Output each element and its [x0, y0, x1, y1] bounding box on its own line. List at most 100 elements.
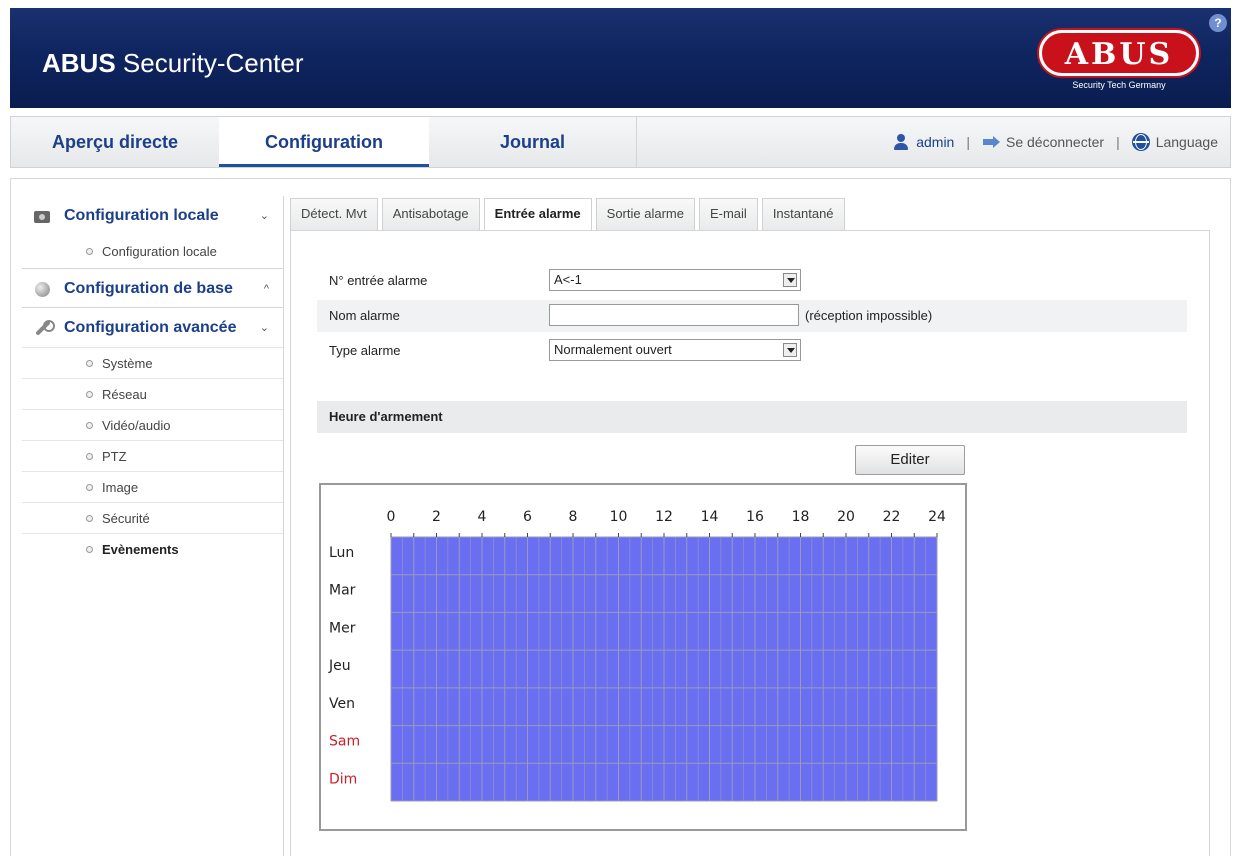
- hour-tick-label: 0: [387, 509, 396, 525]
- sidebar-section-label: Configuration locale: [64, 207, 219, 224]
- hour-tick-label: 16: [746, 509, 764, 525]
- camera-icon: [34, 208, 52, 224]
- day-label: Mar: [329, 583, 356, 599]
- abus-logo: ABUS Security Tech Germany: [1039, 30, 1199, 94]
- arming-schedule-header: Heure d'armement: [317, 401, 1187, 433]
- sidebar-item-video-audio[interactable]: Vidéo/audio: [22, 410, 283, 441]
- alarm-type-row: Type alarme Normalement ouvert: [317, 335, 1187, 367]
- language-link[interactable]: Language: [1156, 134, 1218, 150]
- tab-entree-alarme[interactable]: Entrée alarme: [483, 198, 592, 230]
- tab-configuration[interactable]: Configuration: [219, 117, 429, 167]
- logout-icon: [982, 133, 1000, 151]
- sidebar-item-ptz[interactable]: PTZ: [22, 441, 283, 472]
- bullet-icon: [86, 453, 93, 460]
- sidebar-section-base[interactable]: Configuration de base ^: [22, 268, 283, 308]
- tab-apercu-directe[interactable]: Aperçu directe: [11, 117, 219, 167]
- sphere-icon: [34, 281, 52, 297]
- sidebar-item-label: Système: [102, 356, 153, 371]
- sidebar-item-image[interactable]: Image: [22, 472, 283, 503]
- wrench-icon: [34, 320, 55, 336]
- sidebar-item-systeme[interactable]: Système: [22, 348, 283, 379]
- tab-antisabotage[interactable]: Antisabotage: [381, 198, 480, 230]
- alarm-input-number-row: N° entrée alarme A<-1: [317, 265, 1187, 297]
- sidebar-item-configuration-locale[interactable]: Configuration locale: [22, 236, 283, 268]
- alarm-input-number-label: N° entrée alarme: [329, 273, 428, 288]
- user-bar: admin | Se déconnecter | Language: [892, 133, 1218, 151]
- hour-tick-label: 2: [432, 509, 441, 525]
- sidebar-item-label: Vidéo/audio: [102, 418, 171, 433]
- hour-tick-label: 10: [610, 509, 628, 525]
- bullet-icon: [86, 391, 93, 398]
- bullet-icon: [86, 546, 93, 553]
- tab-sortie-alarme[interactable]: Sortie alarme: [595, 198, 695, 230]
- user-name[interactable]: admin: [916, 134, 954, 150]
- sidebar-item-label: Evènements: [102, 542, 179, 557]
- app-title: ABUS Security-Center: [42, 48, 304, 78]
- globe-icon: [1131, 133, 1150, 151]
- sidebar-item-label: Image: [102, 480, 139, 495]
- tab-journal[interactable]: Journal: [429, 117, 637, 167]
- hour-tick-label: 8: [569, 509, 578, 525]
- sidebar-section-label: Configuration de base: [64, 280, 233, 297]
- edit-schedule-button[interactable]: Editer: [855, 445, 965, 475]
- sidebar-item-label: Sécurité: [102, 511, 150, 526]
- hour-tick-label: 4: [478, 509, 487, 525]
- alarm-input-panel: N° entrée alarme A<-1 Nom alarme (récept…: [290, 230, 1210, 856]
- chevron-down-icon[interactable]: ⌄: [260, 196, 269, 236]
- day-label: Jeu: [328, 658, 351, 674]
- sidebar-item-label: PTZ: [102, 449, 127, 464]
- day-label: Sam: [329, 734, 360, 750]
- hour-tick-label: 18: [792, 509, 810, 525]
- sidebar-item-securite[interactable]: Sécurité: [22, 503, 283, 534]
- day-label: Lun: [329, 545, 354, 561]
- alarm-type-select[interactable]: Normalement ouvert: [549, 339, 801, 361]
- alarm-type-label: Type alarme: [329, 343, 401, 358]
- app-header: ABUS Security-Center ABUS Security Tech …: [10, 8, 1231, 108]
- sidebar-section-advanced[interactable]: Configuration avancée ⌄: [22, 308, 283, 348]
- chevron-up-icon[interactable]: ^: [264, 269, 269, 309]
- alarm-name-label: Nom alarme: [329, 308, 400, 323]
- user-icon: [892, 133, 910, 151]
- hour-tick-label: 14: [701, 509, 719, 525]
- main-nav: Aperçu directe Configuration Journal adm…: [10, 116, 1231, 168]
- hour-tick-label: 24: [928, 509, 946, 525]
- sidebar-section-local[interactable]: Configuration locale ⌄: [22, 196, 283, 236]
- content-tabs: Détect. Mvt Antisabotage Entrée alarme S…: [290, 198, 845, 230]
- sidebar-item-label: Configuration locale: [102, 244, 217, 259]
- separator: |: [1116, 134, 1120, 150]
- sidebar-item-reseau[interactable]: Réseau: [22, 379, 283, 410]
- tab-detect-mvt[interactable]: Détect. Mvt: [290, 198, 378, 230]
- day-label: Dim: [329, 771, 357, 787]
- bullet-icon: [86, 248, 93, 255]
- bullet-icon: [86, 360, 93, 367]
- sidebar: Configuration locale ⌄ Configuration loc…: [22, 196, 284, 856]
- hour-tick-label: 6: [523, 509, 532, 525]
- bullet-icon: [86, 484, 93, 491]
- schedule-svg[interactable]: 0 2 4 6 8 10 12 14 16 18 20 22 24LunMarMerJeuVenSamD…: [321, 485, 965, 829]
- tab-instantane[interactable]: Instantané: [761, 198, 845, 230]
- alarm-name-row: Nom alarme (réception impossible): [317, 300, 1187, 332]
- chevron-down-icon[interactable]: ⌄: [260, 308, 269, 348]
- alarm-name-field[interactable]: [549, 304, 799, 326]
- hour-tick-label: 22: [883, 509, 901, 525]
- select-value: Normalement ouvert: [554, 342, 672, 357]
- separator: |: [966, 134, 970, 150]
- arming-schedule-grid[interactable]: 0 2 4 6 8 10 12 14 16 18 20 22 24 Lun Mar Mer Jeu Ven Sam D…: [319, 483, 967, 831]
- sidebar-item-evenements[interactable]: Evènements: [22, 534, 283, 565]
- hour-tick-label: 20: [837, 509, 855, 525]
- day-label: Ven: [329, 696, 355, 712]
- day-label: Mer: [329, 620, 356, 636]
- alarm-input-number-select[interactable]: A<-1: [549, 269, 801, 291]
- dropdown-arrow-icon[interactable]: [783, 343, 797, 357]
- bullet-icon: [86, 515, 93, 522]
- sidebar-section-label: Configuration avancée: [64, 319, 237, 336]
- section-title: Heure d'armement: [329, 409, 443, 424]
- select-value: A<-1: [554, 272, 582, 287]
- tab-e-mail[interactable]: E-mail: [698, 198, 758, 230]
- help-icon[interactable]: ?: [1209, 14, 1227, 32]
- hour-tick-label: 12: [655, 509, 673, 525]
- sidebar-item-label: Réseau: [102, 387, 147, 402]
- alarm-name-hint: (réception impossible): [805, 308, 933, 323]
- logout-link[interactable]: Se déconnecter: [1006, 134, 1104, 150]
- dropdown-arrow-icon[interactable]: [783, 273, 797, 287]
